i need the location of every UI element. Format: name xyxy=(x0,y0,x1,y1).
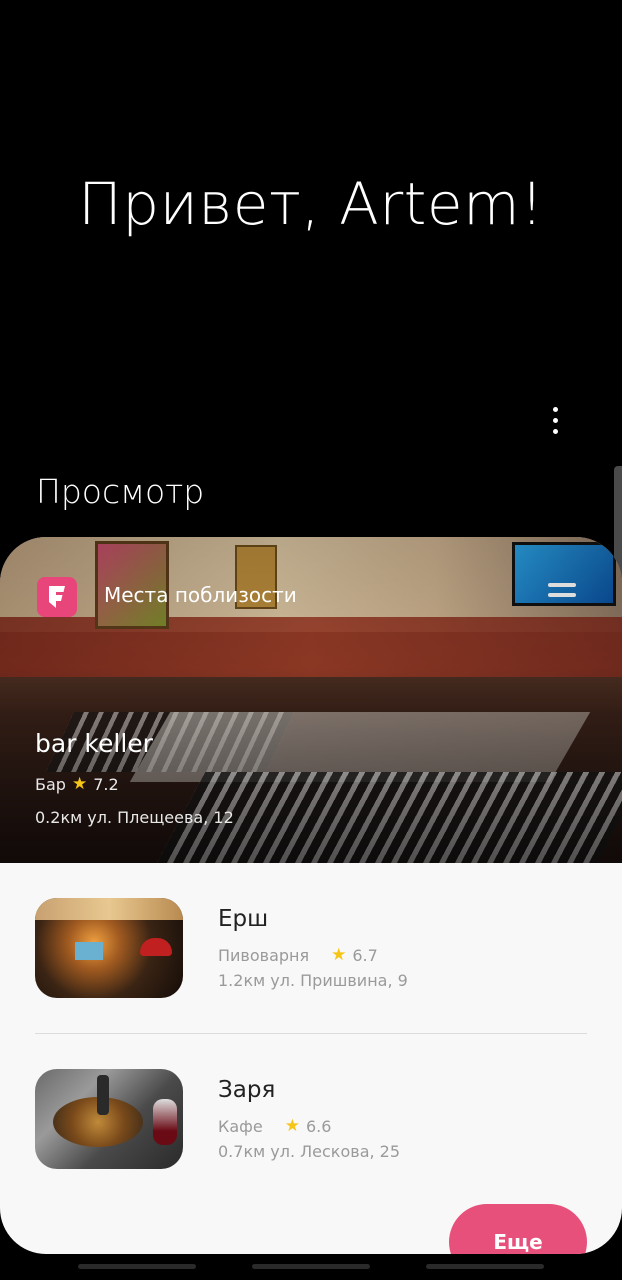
featured-place[interactable]: Места поблизости bar keller Бар ★ 7.2 0.… xyxy=(0,537,622,863)
place-category: Пивоварня xyxy=(218,945,310,965)
nearby-places-card: Места поблизости bar keller Бар ★ 7.2 0.… xyxy=(0,537,622,1254)
place-category: Кафе xyxy=(218,1116,263,1136)
greeting-title: Привет, Artem! xyxy=(78,170,544,238)
list-item[interactable]: Ерш Пивоварня ★ 6.7 1.2км ул. Пришвина, … xyxy=(0,898,622,1008)
place-address: 1.2км ул. Пришвина, 9 xyxy=(218,971,408,990)
provider-label: Места поблизости xyxy=(104,583,297,607)
featured-category: Бар xyxy=(35,774,66,794)
place-name: Заря xyxy=(218,1077,276,1103)
featured-place-meta: Бар ★ 7.2 xyxy=(35,774,119,794)
more-button[interactable]: Еще xyxy=(449,1204,587,1254)
featured-place-address: 0.2км ул. Плещеева, 12 xyxy=(35,808,234,827)
more-options-icon xyxy=(552,406,558,412)
place-meta: Пивоварня ★ 6.7 xyxy=(218,945,378,965)
star-icon: ★ xyxy=(331,945,347,965)
nav-gesture-left[interactable] xyxy=(78,1264,196,1269)
place-rating: 6.7 xyxy=(352,945,378,965)
place-name: Ерш xyxy=(218,906,269,932)
star-icon: ★ xyxy=(284,1116,300,1136)
place-meta: Кафе ★ 6.6 xyxy=(218,1116,331,1136)
list-divider xyxy=(35,1033,587,1034)
navigation-bar xyxy=(0,1262,622,1272)
place-rating: 6.6 xyxy=(305,1116,332,1136)
nav-gesture-right[interactable] xyxy=(426,1264,544,1269)
place-thumbnail xyxy=(35,1069,183,1169)
nav-gesture-center[interactable] xyxy=(252,1264,370,1269)
foursquare-icon xyxy=(37,577,77,617)
section-title: Просмотр xyxy=(36,472,205,511)
list-item[interactable]: Заря Кафе ★ 6.6 0.7км ул. Лескова, 25 xyxy=(0,1069,622,1179)
collapse-handle-icon[interactable] xyxy=(548,583,576,603)
place-thumbnail xyxy=(35,898,183,998)
place-address: 0.7км ул. Лескова, 25 xyxy=(218,1142,401,1161)
more-options-button[interactable] xyxy=(540,400,570,440)
star-icon: ★ xyxy=(71,774,88,794)
featured-place-name: bar keller xyxy=(35,729,153,758)
featured-rating: 7.2 xyxy=(93,774,119,794)
